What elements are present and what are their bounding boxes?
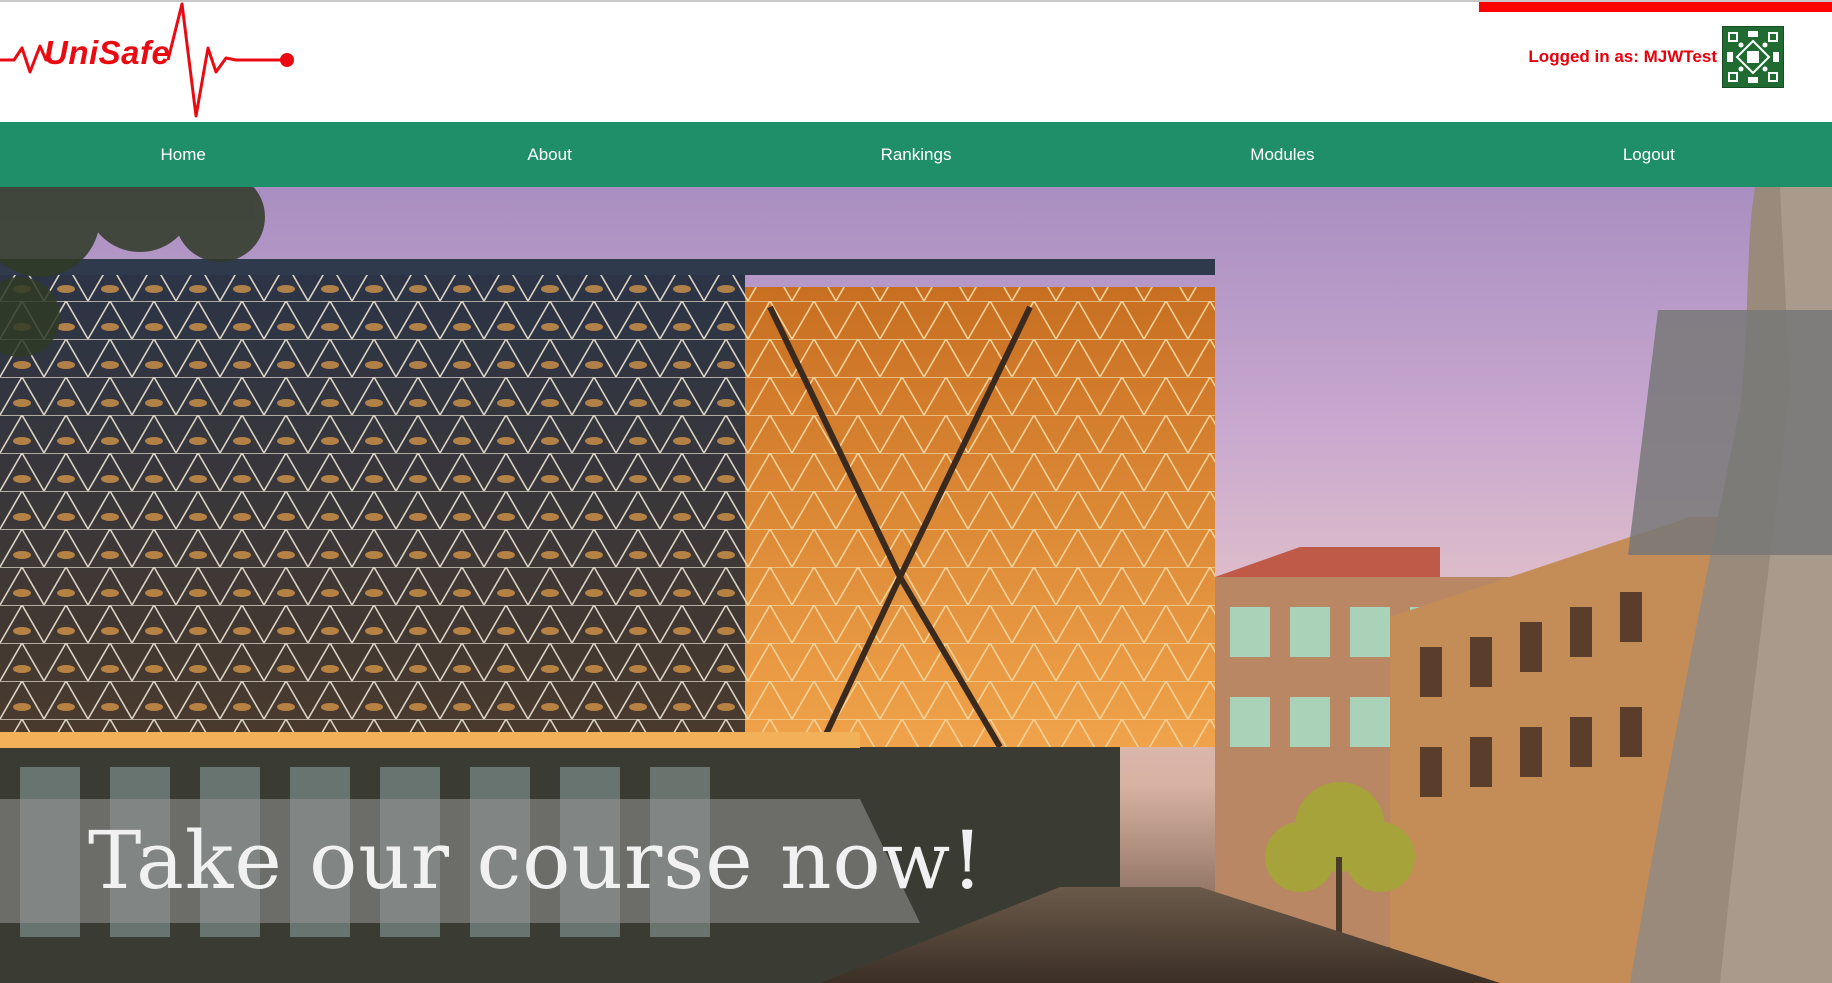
logo-wordmark: UniSafe: [44, 34, 171, 71]
nav-about[interactable]: About: [366, 122, 732, 187]
hero-banner: Take our course now!: [0, 187, 1832, 983]
slide-overlay-panel: [1628, 310, 1832, 555]
unisafe-logo[interactable]: UniSafe: [0, 2, 300, 122]
login-status: Logged in as: MJWTest: [1528, 47, 1717, 66]
nav-logout[interactable]: Logout: [1466, 122, 1832, 187]
main-nav: Home About Rankings Modules Logout: [0, 122, 1832, 187]
site-header: UniSafe Logged in as: MJWTest: [0, 2, 1832, 122]
quilt-avatar-icon[interactable]: [1722, 26, 1784, 88]
hero-caption[interactable]: Take our course now!: [88, 817, 984, 905]
nav-modules[interactable]: Modules: [1099, 122, 1465, 187]
accent-strip: [1479, 2, 1832, 12]
nav-rankings[interactable]: Rankings: [733, 122, 1099, 187]
nav-home[interactable]: Home: [0, 122, 366, 187]
